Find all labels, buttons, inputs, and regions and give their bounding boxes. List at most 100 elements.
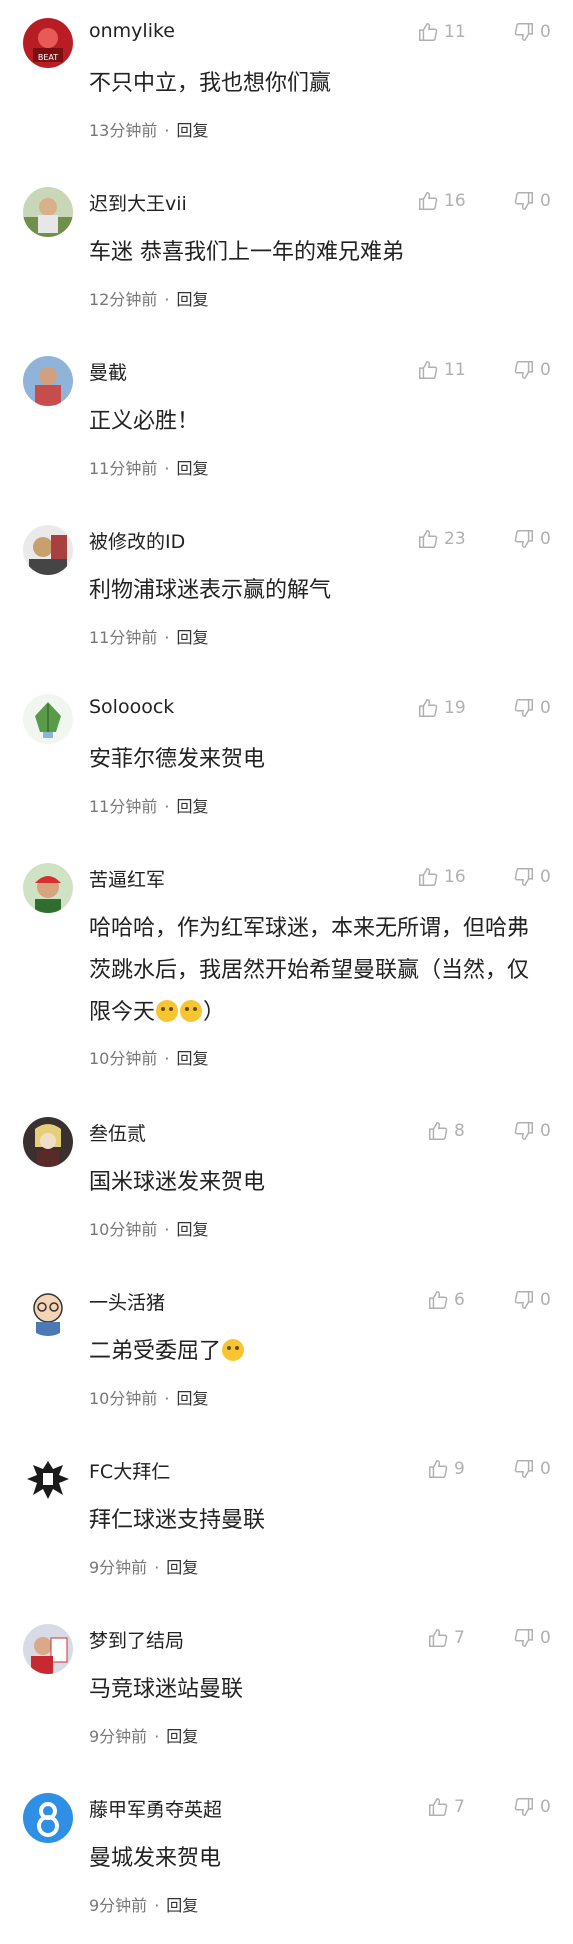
dislike-button[interactable]: 0 — [513, 1457, 551, 1481]
username[interactable]: 梦到了结局 — [89, 1626, 184, 1653]
thumb-up-icon — [429, 1460, 448, 1478]
thumb-up-icon — [429, 1798, 448, 1816]
comment-text-content: 不只中立，我也想你们赢 — [89, 71, 332, 96]
dislike-button[interactable]: 0 — [513, 1626, 551, 1650]
username[interactable]: 苦逼红军 — [89, 865, 165, 892]
avatar[interactable] — [23, 1286, 73, 1336]
like-button[interactable]: 7 — [427, 1626, 465, 1650]
separator: · — [154, 1558, 160, 1577]
comment-text-content: 国米球迷发来贺电 — [89, 1170, 266, 1195]
comment-meta: 11分钟前 · 回复 — [89, 455, 208, 479]
like-count: 23 — [444, 529, 466, 549]
dislike-button[interactable]: 0 — [513, 20, 551, 44]
comment-text-content: 正义必胜！ — [89, 409, 200, 434]
like-button[interactable]: 6 — [427, 1288, 465, 1312]
thumb-up-icon — [419, 23, 438, 41]
avatar[interactable] — [23, 1793, 73, 1843]
reply-link[interactable]: 回复 — [166, 1727, 198, 1746]
like-count: 9 — [454, 1459, 465, 1479]
timestamp: 11分钟前 — [89, 459, 158, 478]
dislike-count: 0 — [540, 698, 551, 718]
username[interactable]: 叁伍贰 — [89, 1119, 146, 1146]
username[interactable]: 迟到大王vii — [89, 189, 187, 216]
avatar[interactable] — [23, 863, 73, 913]
timestamp: 10分钟前 — [89, 1049, 158, 1068]
dislike-button[interactable]: 0 — [513, 358, 551, 382]
like-count: 11 — [444, 360, 466, 380]
reply-link[interactable]: 回复 — [176, 1049, 208, 1068]
timestamp: 9分钟前 — [89, 1896, 148, 1915]
dislike-button[interactable]: 0 — [513, 189, 551, 213]
dislike-button[interactable]: 0 — [513, 1288, 551, 1312]
like-button[interactable]: 16 — [417, 865, 466, 889]
username[interactable]: 一头活猪 — [89, 1288, 165, 1315]
comment-meta: 10分钟前 · 回复 — [89, 1385, 208, 1409]
like-button[interactable]: 7 — [427, 1795, 465, 1819]
username[interactable]: 被修改的ID — [89, 527, 185, 554]
reply-link[interactable]: 回复 — [176, 1389, 208, 1408]
comment-text: 国米球迷发来贺电 — [89, 1162, 549, 1204]
like-button[interactable]: 8 — [427, 1119, 465, 1143]
avatar[interactable] — [23, 525, 73, 575]
comment-text-content: 马竞球迷站曼联 — [89, 1677, 244, 1702]
timestamp: 12分钟前 — [89, 290, 158, 309]
comment-list: BEAT onmylike 不只中立，我也想你们赢 13分钟前 · 回复 11 0 … — [0, 0, 573, 1944]
reply-link[interactable]: 回复 — [176, 628, 208, 647]
thumb-down-icon — [514, 699, 533, 717]
avatar[interactable] — [23, 187, 73, 237]
avatar[interactable]: BEAT — [23, 18, 73, 68]
dislike-button[interactable]: 0 — [513, 696, 551, 720]
like-button[interactable]: 19 — [417, 696, 466, 720]
username[interactable]: onmylike — [89, 20, 175, 42]
dislike-count: 0 — [540, 22, 551, 42]
dislike-button[interactable]: 0 — [513, 1119, 551, 1143]
reply-link[interactable]: 回复 — [176, 121, 208, 140]
username[interactable]: Solooock — [89, 696, 174, 718]
separator: · — [164, 1220, 170, 1239]
avatar[interactable] — [23, 356, 73, 406]
username[interactable]: FC大拜仁 — [89, 1457, 170, 1484]
comment-text: 拜仁球迷支持曼联 — [89, 1500, 549, 1542]
dislike-count: 0 — [540, 1459, 551, 1479]
comment-meta: 10分钟前 · 回复 — [89, 1045, 208, 1069]
like-count: 8 — [454, 1121, 465, 1141]
thumb-down-icon — [514, 530, 533, 548]
avatar[interactable] — [23, 1455, 73, 1505]
thumb-up-icon — [429, 1629, 448, 1647]
comment-item: BEAT onmylike 不只中立，我也想你们赢 13分钟前 · 回复 11 0 — [0, 0, 573, 169]
timestamp: 11分钟前 — [89, 628, 158, 647]
avatar[interactable] — [23, 694, 73, 744]
separator: · — [164, 797, 170, 816]
dislike-button[interactable]: 0 — [513, 1795, 551, 1819]
username[interactable]: 曼截 — [89, 358, 127, 385]
dislike-button[interactable]: 0 — [513, 865, 551, 889]
avatar[interactable] — [23, 1624, 73, 1674]
reply-link[interactable]: 回复 — [176, 797, 208, 816]
username[interactable]: 藤甲军勇夺英超 — [89, 1795, 222, 1822]
like-button[interactable]: 16 — [417, 189, 466, 213]
like-count: 16 — [444, 191, 466, 211]
grinning-face-emoji-icon — [156, 1000, 179, 1022]
reply-link[interactable]: 回复 — [166, 1558, 198, 1577]
separator: · — [164, 121, 170, 140]
comment-text: 利物浦球迷表示赢的解气 — [89, 570, 549, 612]
like-button[interactable]: 11 — [417, 358, 466, 382]
like-button[interactable]: 23 — [417, 527, 466, 551]
comment-meta: 10分钟前 · 回复 — [89, 1216, 208, 1240]
comment-item: 被修改的ID 利物浦球迷表示赢的解气 11分钟前 · 回复 23 0 — [0, 507, 573, 676]
thumb-down-icon — [514, 1629, 533, 1647]
comment-text-content: 哈哈哈，作为红军球迷，本来无所谓，但哈弗茨跳水后，我居然开始希望曼联赢（当然，仅… — [89, 916, 530, 1025]
reply-link[interactable]: 回复 — [176, 1220, 208, 1239]
reply-link[interactable]: 回复 — [166, 1896, 198, 1915]
reply-link[interactable]: 回复 — [176, 459, 208, 478]
timestamp: 13分钟前 — [89, 121, 158, 140]
like-button[interactable]: 11 — [417, 20, 466, 44]
reply-link[interactable]: 回复 — [176, 290, 208, 309]
comment-text: 二弟受委屈了 — [89, 1331, 549, 1373]
comment-meta: 9分钟前 · 回复 — [89, 1723, 198, 1747]
thumb-up-icon — [419, 699, 438, 717]
like-button[interactable]: 9 — [427, 1457, 465, 1481]
comment-item: 藤甲军勇夺英超 曼城发来贺电 9分钟前 · 回复 7 0 — [0, 1775, 573, 1944]
dislike-button[interactable]: 0 — [513, 527, 551, 551]
avatar[interactable] — [23, 1117, 73, 1167]
